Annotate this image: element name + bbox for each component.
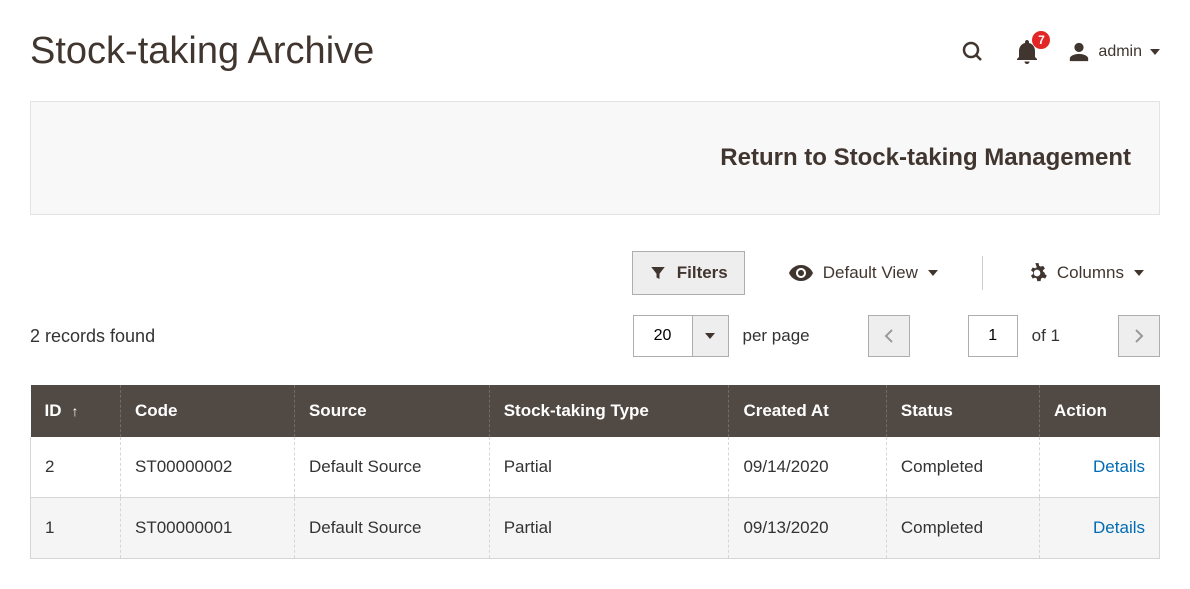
col-action: Action: [1040, 385, 1160, 437]
stocktaking-grid: ID↑ Code Source Stock-taking Type Create…: [30, 385, 1160, 559]
chevron-right-icon: [1134, 328, 1144, 344]
page-title: Stock-taking Archive: [30, 30, 374, 73]
columns-button[interactable]: Columns: [1011, 251, 1160, 295]
page-input[interactable]: [968, 315, 1018, 357]
notifications-icon[interactable]: 7: [1014, 39, 1040, 65]
cell-source: Default Source: [294, 498, 489, 559]
col-source[interactable]: Source: [294, 385, 489, 437]
chevron-left-icon: [884, 328, 894, 344]
user-icon: [1068, 41, 1090, 63]
cell-source: Default Source: [294, 437, 489, 498]
return-to-management-button[interactable]: Return to Stock-taking Management: [30, 101, 1160, 215]
cell-code: ST00000002: [121, 437, 295, 498]
col-status[interactable]: Status: [886, 385, 1039, 437]
user-menu[interactable]: admin: [1068, 41, 1160, 63]
col-id[interactable]: ID↑: [31, 385, 121, 437]
search-icon[interactable]: [960, 39, 986, 65]
chevron-down-icon: [928, 270, 938, 276]
cell-type: Partial: [489, 498, 729, 559]
records-found-label: 2 records found: [30, 326, 155, 347]
sort-arrow-icon: ↑: [72, 403, 79, 419]
cell-created: 09/14/2020: [729, 437, 886, 498]
chevron-down-icon: [705, 333, 715, 339]
chevron-down-icon: [1150, 49, 1160, 55]
next-page-button[interactable]: [1118, 315, 1160, 357]
details-link[interactable]: Details: [1093, 518, 1145, 537]
cell-code: ST00000001: [121, 498, 295, 559]
chevron-down-icon: [1134, 270, 1144, 276]
cell-status: Completed: [886, 498, 1039, 559]
prev-page-button[interactable]: [868, 315, 910, 357]
page-of-label: of 1: [1032, 326, 1060, 346]
cell-status: Completed: [886, 437, 1039, 498]
default-view-button[interactable]: Default View: [773, 251, 954, 295]
cell-created: 09/13/2020: [729, 498, 886, 559]
col-type[interactable]: Stock-taking Type: [489, 385, 729, 437]
divider: [982, 256, 983, 290]
cell-id: 1: [31, 498, 121, 559]
eye-icon: [789, 265, 813, 281]
username: admin: [1098, 43, 1142, 61]
col-created[interactable]: Created At: [729, 385, 886, 437]
cell-type: Partial: [489, 437, 729, 498]
cell-id: 2: [31, 437, 121, 498]
per-page-input[interactable]: [634, 316, 692, 356]
per-page-dropdown[interactable]: [692, 316, 728, 356]
notification-badge: 7: [1032, 31, 1050, 49]
col-code[interactable]: Code: [121, 385, 295, 437]
filters-button[interactable]: Filters: [632, 251, 745, 295]
filter-icon: [649, 264, 667, 282]
per-page-label: per page: [743, 326, 810, 346]
details-link[interactable]: Details: [1093, 457, 1145, 476]
table-row[interactable]: 1 ST00000001 Default Source Partial 09/1…: [31, 498, 1160, 559]
gear-icon: [1027, 263, 1047, 283]
table-row[interactable]: 2 ST00000002 Default Source Partial 09/1…: [31, 437, 1160, 498]
